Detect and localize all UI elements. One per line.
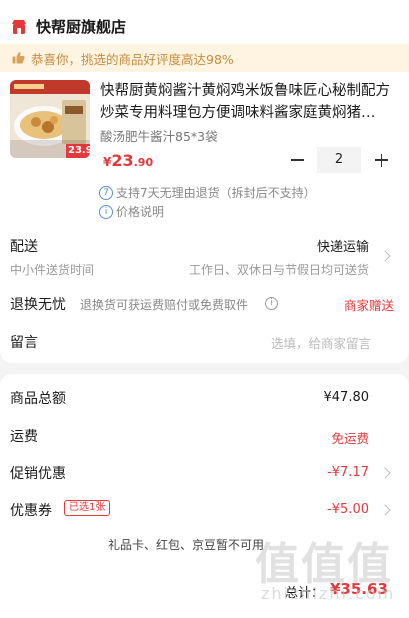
- increase-quantity-button[interactable]: [368, 145, 394, 175]
- thumbs-up-icon: [12, 49, 25, 68]
- minus-icon: [291, 159, 304, 161]
- total-value: ¥35.63: [330, 580, 388, 598]
- delivery-time-value: 工作日、双休日与节假日均可送货: [188, 263, 369, 277]
- info-icon: i: [99, 204, 113, 219]
- price-note-text: 价格说明: [116, 205, 165, 219]
- praise-banner: 恭喜你，挑选的商品好评度高达98%: [0, 44, 409, 72]
- delivery-method: 快递运输: [316, 240, 369, 255]
- goods-total-label: 商品总额: [10, 391, 66, 407]
- promo-value: -¥7.17: [327, 465, 369, 480]
- delivery-label: 配送: [10, 239, 38, 255]
- goods-total-value: ¥47.80: [323, 390, 370, 405]
- total-label: 总计：: [285, 586, 325, 601]
- product-title[interactable]: 快帮厨黄焖酱汁黄焖鸡米饭鲁味匠心秘制配方炒菜专用料理包方便调味料酱家庭黄焖猪…: [100, 80, 395, 124]
- decrease-quantity-button[interactable]: [284, 145, 310, 175]
- message-input[interactable]: 选填，给商家留言: [271, 333, 371, 352]
- return-policy-row[interactable]: 7 支持7天无理由退货（拆封后不支持）: [99, 184, 316, 201]
- shop-header[interactable]: 快帮厨旗舰店: [10, 16, 126, 37]
- coupon-value: -¥5.00: [327, 502, 369, 517]
- quantity-value[interactable]: 2: [317, 147, 361, 173]
- praise-text: 恭喜你，挑选的商品好评度高达98%: [31, 51, 234, 67]
- quantity-stepper[interactable]: 2: [284, 145, 394, 175]
- shipping-value: 免运费: [331, 431, 369, 446]
- price-note-row[interactable]: i 价格说明: [99, 203, 164, 220]
- return-policy-text: 支持7天无理由退货（拆封后不支持）: [116, 186, 316, 200]
- shop-name: 快帮厨旗舰店: [36, 18, 127, 36]
- product-price: ¥23.90: [103, 151, 154, 170]
- delivery-time-label: 中小件送货时间: [10, 263, 95, 277]
- return-worry-free-value: 商家赠送: [343, 298, 394, 313]
- store-icon: [10, 18, 28, 36]
- shipping-label: 运费: [10, 429, 38, 445]
- product-spec[interactable]: 酸汤肥牛酱汁85*3袋: [100, 126, 218, 145]
- return-worry-free-label: 退换无忧: [10, 297, 66, 313]
- return-worry-free-desc: 退换货可获运费赔付或免费取件: [80, 298, 249, 312]
- thumbnail-price-badge: 23.9: [68, 145, 90, 156]
- coupon-label: 优惠券: [10, 503, 52, 519]
- unavailable-note: 礼品卡、红包、京豆暂不可用: [108, 538, 265, 552]
- coupon-selected-badge: 已选1张: [64, 500, 111, 516]
- seven-day-return-icon: 7: [99, 185, 113, 200]
- product-thumbnail[interactable]: 23.9: [10, 80, 90, 158]
- promo-label: 促销优惠: [10, 466, 66, 482]
- message-label: 留言: [10, 335, 38, 351]
- info-icon[interactable]: i: [265, 297, 278, 310]
